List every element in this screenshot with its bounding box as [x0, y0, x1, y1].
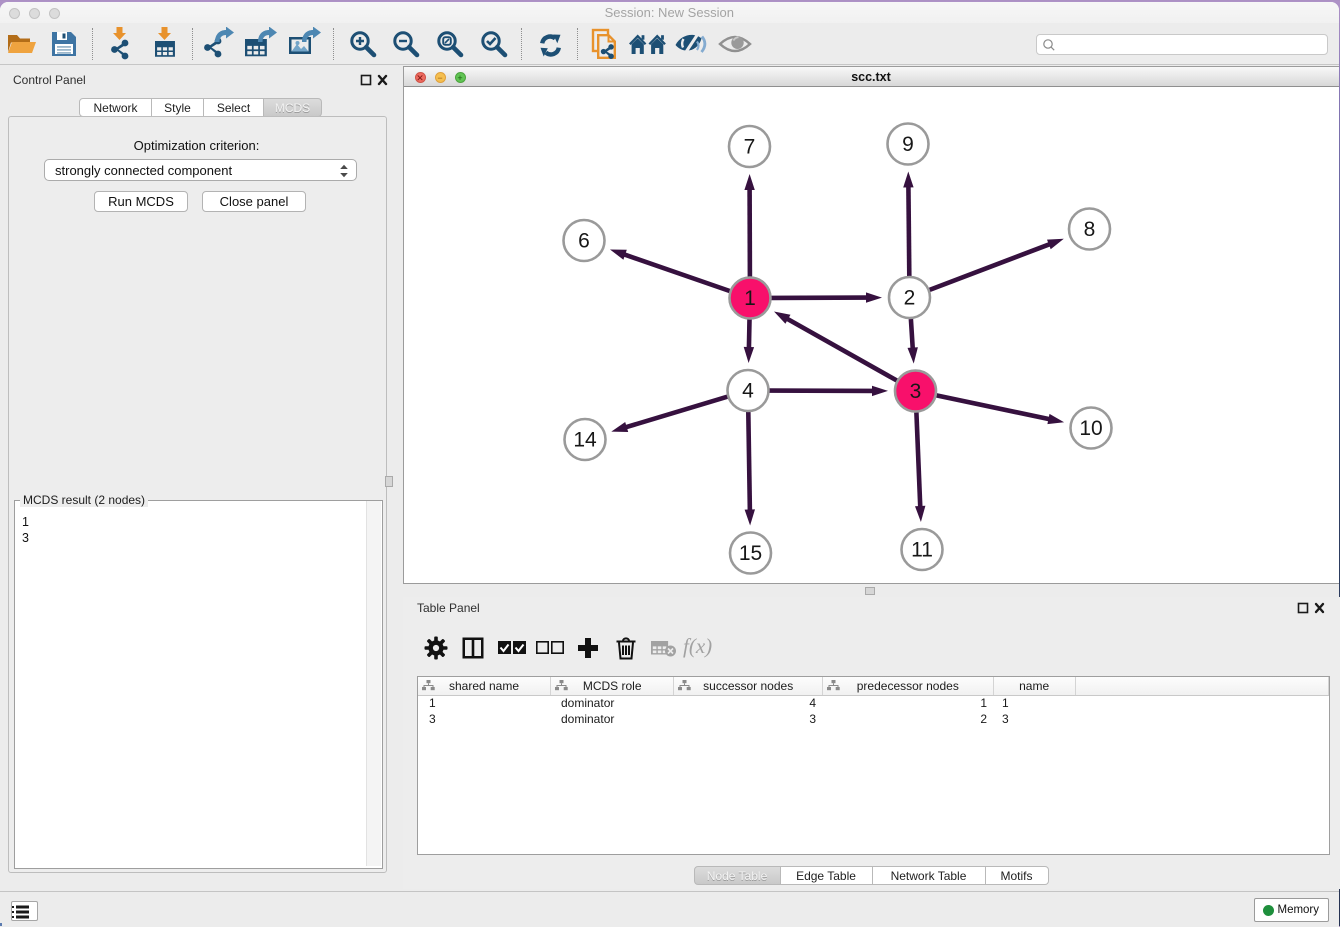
svg-text:8: 8 [1084, 218, 1096, 241]
svg-text:7: 7 [744, 135, 756, 158]
svg-text:1: 1 [744, 287, 756, 310]
svg-text:3: 3 [910, 380, 922, 403]
svg-text:2: 2 [904, 286, 916, 309]
svg-text:4: 4 [742, 379, 754, 402]
svg-text:15: 15 [739, 542, 762, 565]
svg-text:10: 10 [1079, 417, 1102, 440]
svg-text:6: 6 [578, 229, 590, 252]
svg-text:11: 11 [911, 538, 933, 561]
svg-text:f(x): f(x) [683, 635, 712, 658]
svg-text:14: 14 [573, 428, 597, 451]
svg-text:9: 9 [902, 133, 914, 156]
